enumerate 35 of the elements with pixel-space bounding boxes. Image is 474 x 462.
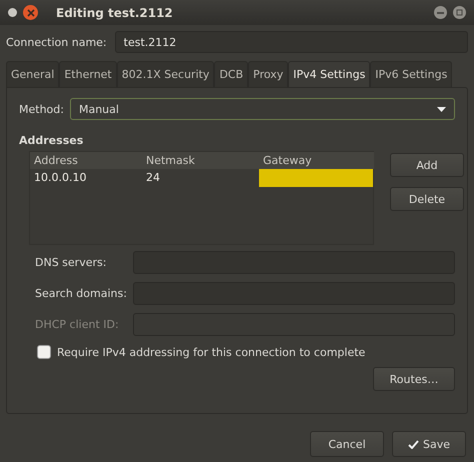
cancel-button[interactable]: Cancel	[310, 431, 384, 457]
column-header[interactable]: Gateway	[259, 152, 374, 169]
checkbox[interactable]	[37, 345, 51, 359]
window-menu-icon[interactable]	[8, 8, 17, 17]
save-button[interactable]: Save	[392, 431, 466, 457]
tab[interactable]: 802.1X Security	[116, 61, 214, 87]
tab[interactable]: Proxy	[248, 61, 288, 87]
maximize-icon[interactable]	[453, 6, 466, 19]
checkmark-icon	[408, 440, 419, 448]
minimize-icon[interactable]	[434, 6, 447, 19]
window-title: Editing test.2112	[56, 6, 174, 20]
routes-button[interactable]: Routes…	[373, 367, 455, 391]
field-label: DNS servers:	[35, 256, 108, 269]
table-cell-text: 24	[145, 170, 161, 186]
field-label: Search domains:	[35, 287, 127, 300]
addresses-heading: Addresses	[19, 134, 84, 147]
connection-name-field[interactable]: test.2112	[114, 31, 468, 53]
column-header[interactable]: Netmask	[142, 152, 259, 169]
delete-button[interactable]: Delete	[390, 187, 464, 211]
connection-name-label: Connection name:	[6, 36, 107, 48]
column-header[interactable]: Address	[30, 152, 142, 169]
checkbox-label: Require IPv4 addressing for this connection to complete	[57, 346, 366, 358]
method-label: Method:	[19, 102, 64, 116]
gateway-edit-field[interactable]	[259, 169, 373, 187]
tab[interactable]: General	[6, 61, 60, 87]
tab[interactable]: Ethernet	[59, 61, 117, 87]
dropdown-arrow-icon	[437, 106, 446, 112]
table-cell-text: 10.0.0.10	[33, 170, 88, 186]
method-dropdown[interactable]: Manual	[70, 98, 455, 120]
tab[interactable]: IPv6 Settings	[370, 61, 452, 87]
tab[interactable]: IPv4 Settings	[288, 61, 370, 87]
field-label: DHCP client ID:	[35, 318, 120, 331]
tab[interactable]: DCB	[214, 61, 248, 87]
close-icon[interactable]	[23, 5, 38, 20]
add-button[interactable]: Add	[390, 153, 464, 177]
